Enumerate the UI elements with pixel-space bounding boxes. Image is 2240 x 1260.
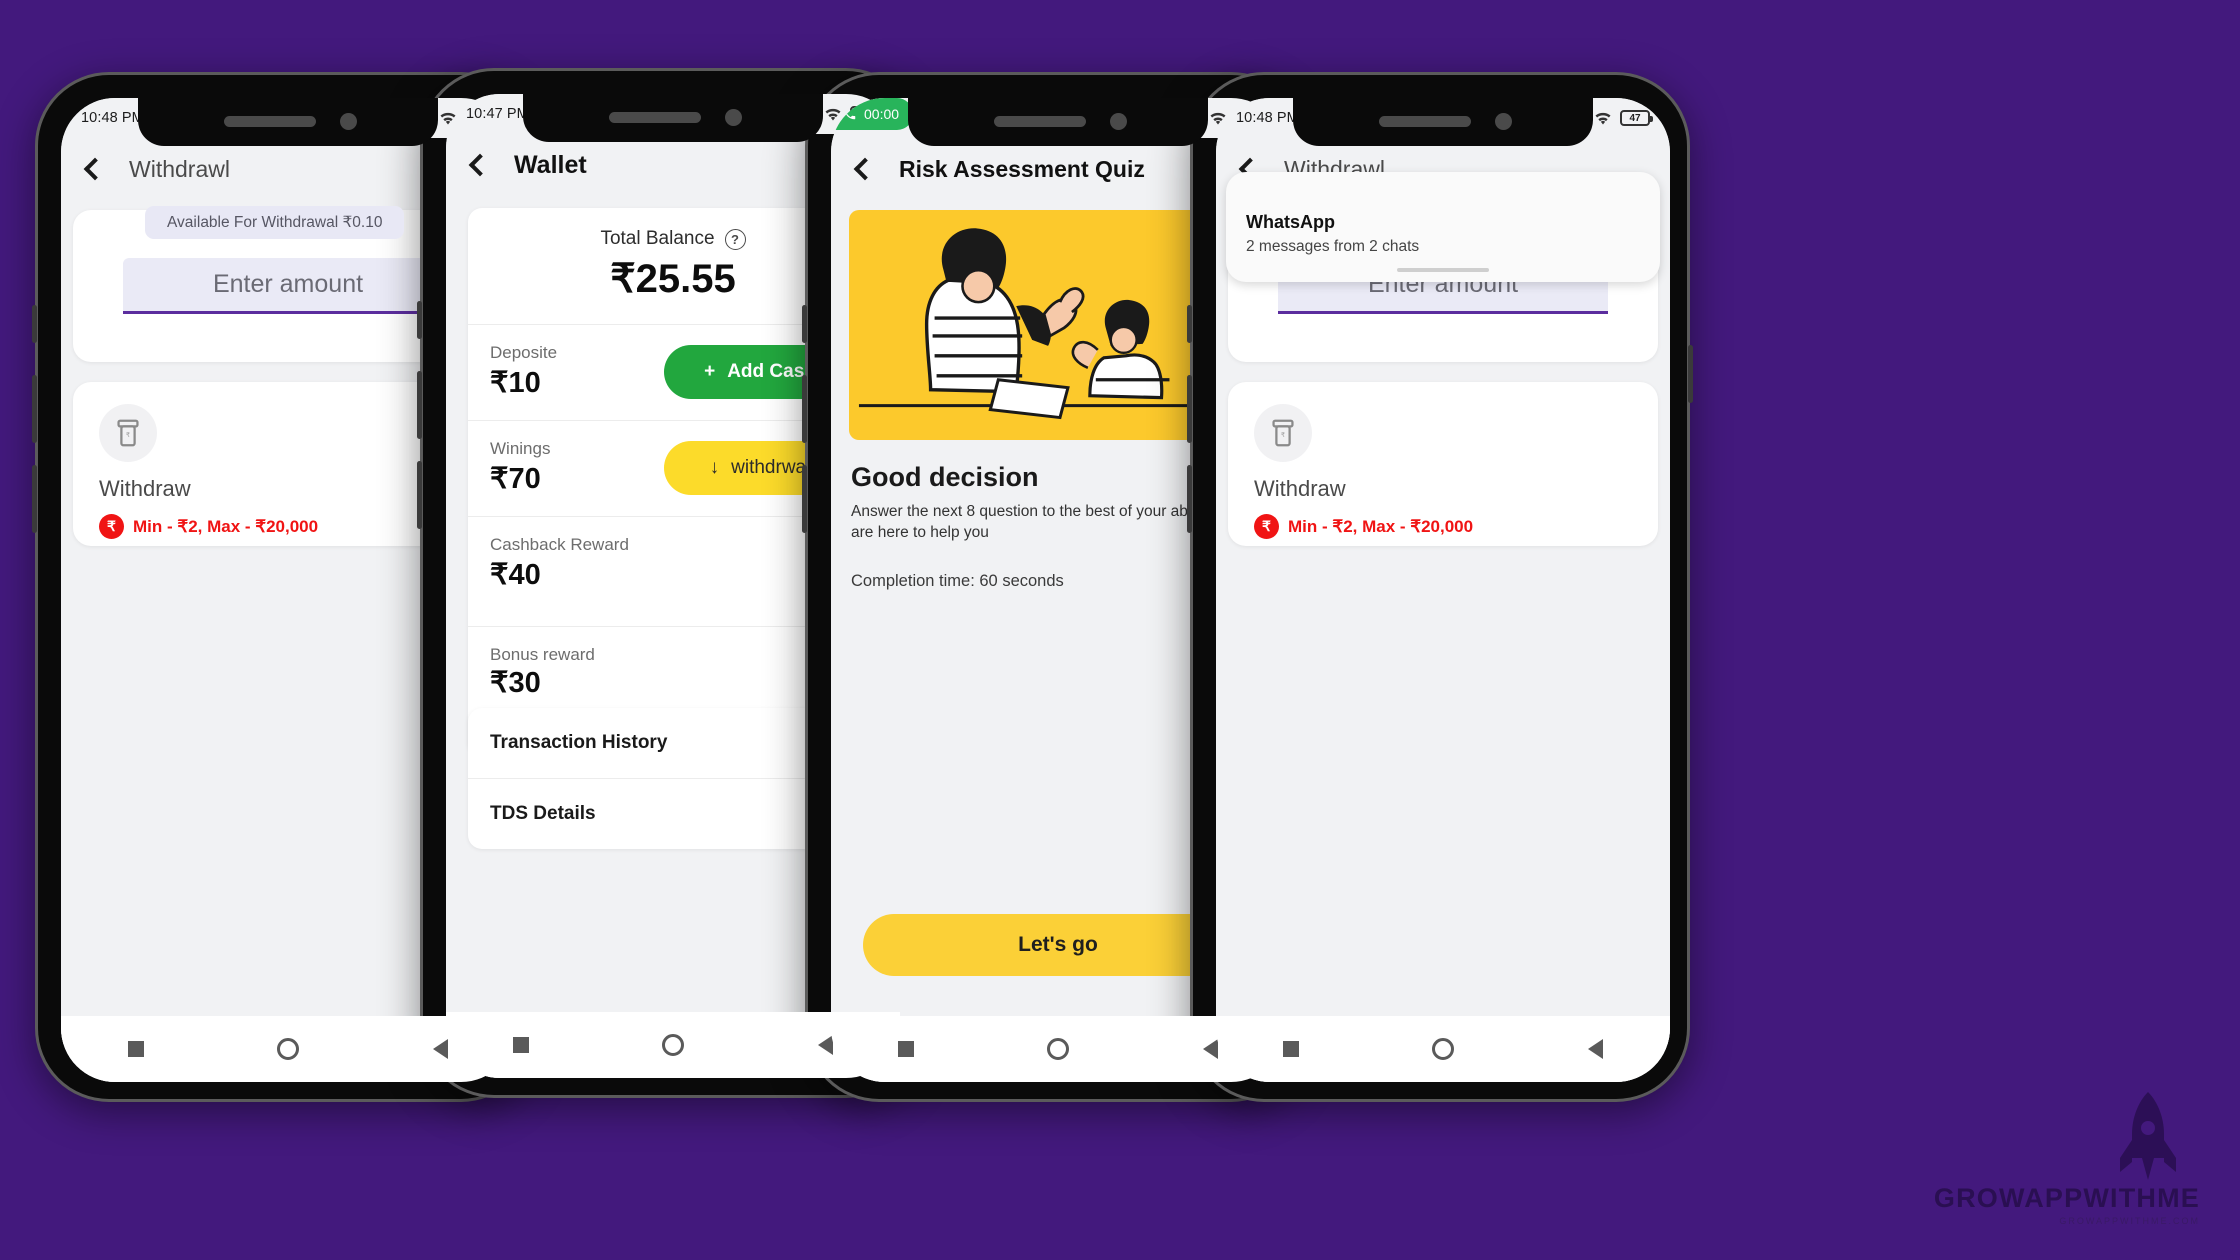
phone3-notch <box>908 98 1208 146</box>
phone4-notch <box>1293 98 1593 146</box>
row-value: ₹30 <box>490 667 541 699</box>
withdraw-limit: ₹ Min - ₹2, Max - ₹20,000 <box>1254 514 1632 539</box>
row-label: Winings <box>490 439 551 458</box>
whatsapp-notification[interactable]: WhatsApp 2 messages from 2 chats <box>1226 172 1660 282</box>
notification-message: 2 messages from 2 chats <box>1246 238 1420 255</box>
phone4-screen: 10:48 PM | C %WiFi 47 Withdrawl <box>1216 98 1670 1082</box>
phone1-notch <box>138 98 438 146</box>
svg-text:₹: ₹ <box>1281 431 1286 439</box>
watermark-text: GROWAPPWITHME <box>1933 1183 2200 1213</box>
phone1-mute-button[interactable] <box>32 305 37 343</box>
speaker-grill-icon <box>609 112 701 123</box>
row-value: ₹10 <box>490 367 541 399</box>
phone2-volume-down-button[interactable] <box>417 461 422 529</box>
phone3-mute-button[interactable] <box>802 305 807 343</box>
phone4-volume-up-button[interactable] <box>1187 375 1192 443</box>
home-button[interactable] <box>1047 1038 1070 1060</box>
watermark: GROWAPPWITHME GROWAPPWITHME.COM <box>1934 1183 2200 1226</box>
watermark-subtext: GROWAPPWITHME.COM <box>2059 1216 2200 1226</box>
row-value: ₹70 <box>490 463 541 495</box>
home-button[interactable] <box>662 1034 685 1056</box>
front-camera-icon <box>1495 113 1512 130</box>
row-value: ₹40 <box>490 559 541 591</box>
phone2-notch <box>523 94 823 142</box>
page-title: Risk Assessment Quiz <box>899 155 1145 182</box>
help-icon[interactable]: ? <box>724 228 746 250</box>
wifi-icon <box>1595 112 1611 124</box>
phone4-power-button[interactable] <box>1688 345 1693 403</box>
phone3-volume-down-button[interactable] <box>802 465 807 533</box>
notification-drag-handle[interactable] <box>1397 268 1489 272</box>
phone4-nav-bar <box>1216 1016 1670 1082</box>
withdraw-title: Withdraw <box>1254 476 1346 501</box>
speaker-grill-icon <box>994 116 1086 127</box>
home-button[interactable] <box>1432 1038 1455 1060</box>
page-title: Withdrawl <box>129 155 230 182</box>
call-timer: 00:00 <box>864 106 900 122</box>
phone2-mute-button[interactable] <box>417 301 422 339</box>
recent-apps-button[interactable] <box>127 1041 144 1057</box>
quiz-completion-time: Completion time: 60 seconds <box>851 572 1064 590</box>
screenshot-canvas: 10:48 PM | C %WiFi 47 Withdrawl <box>0 0 2240 1260</box>
speaker-grill-icon <box>224 116 316 127</box>
notification-app-name: WhatsApp <box>1246 212 1335 232</box>
withdraw-option-card[interactable]: ₹ Withdraw ₹ Min - ₹2, Max - ₹20,000 <box>1228 382 1658 546</box>
svg-text:₹: ₹ <box>126 431 131 439</box>
phone4-content: Available For Withdrawal ₹0.10 ₹ Withdra… <box>1216 172 1670 1082</box>
withdrawal-label: withdrwal <box>731 456 811 478</box>
row-label: Deposite <box>490 343 558 362</box>
back-button[interactable] <box>83 157 107 181</box>
front-camera-icon <box>1110 113 1127 130</box>
speaker-grill-icon <box>1379 116 1471 127</box>
front-camera-icon <box>340 113 357 130</box>
home-button[interactable] <box>277 1038 300 1060</box>
ongoing-call-badge[interactable]: 00:00 <box>831 98 914 130</box>
phone2-volume-up-button[interactable] <box>417 371 422 439</box>
rupee-icon: ₹ <box>99 514 124 539</box>
back-button[interactable] <box>853 157 877 181</box>
row-label: Bonus reward <box>490 645 595 664</box>
front-camera-icon <box>725 109 742 126</box>
phone4-mute-button[interactable] <box>1187 305 1192 343</box>
atm-icon: ₹ <box>99 404 157 462</box>
battery-icon: 47 <box>1620 110 1653 126</box>
page-title: Wallet <box>514 150 587 179</box>
recent-apps-button[interactable] <box>1282 1041 1299 1057</box>
recent-apps-button[interactable] <box>512 1037 529 1053</box>
withdraw-limit-text: Min - ₹2, Max - ₹20,000 <box>133 516 319 536</box>
amount-input[interactable] <box>123 258 453 314</box>
phone-withdrawal-notification: 10:48 PM | C %WiFi 47 Withdrawl <box>1187 72 1693 1102</box>
recent-apps-button[interactable] <box>897 1041 914 1057</box>
atm-icon: ₹ <box>1254 404 1312 462</box>
rupee-icon: ₹ <box>1254 514 1279 539</box>
back-button[interactable] <box>468 153 492 177</box>
quiz-heading: Good decision <box>851 462 1039 492</box>
phone4-volume-down-button[interactable] <box>1187 465 1192 533</box>
back-nav-button[interactable] <box>1588 1039 1604 1059</box>
row-label: Cashback Reward <box>490 535 629 554</box>
phone-call-icon <box>844 108 856 120</box>
total-balance-label: Total Balance <box>600 228 715 249</box>
phone1-volume-up-button[interactable] <box>32 375 37 443</box>
rocket-logo-icon <box>2120 1092 2176 1180</box>
phone3-volume-up-button[interactable] <box>802 375 807 443</box>
plus-icon: + <box>704 360 716 382</box>
withdraw-limit-text: Min - ₹2, Max - ₹20,000 <box>1288 516 1474 536</box>
available-balance-pill: Available For Withdrawal ₹0.10 <box>145 206 405 239</box>
phone1-volume-down-button[interactable] <box>32 465 37 533</box>
download-arrow-icon: ↓ <box>709 456 720 478</box>
